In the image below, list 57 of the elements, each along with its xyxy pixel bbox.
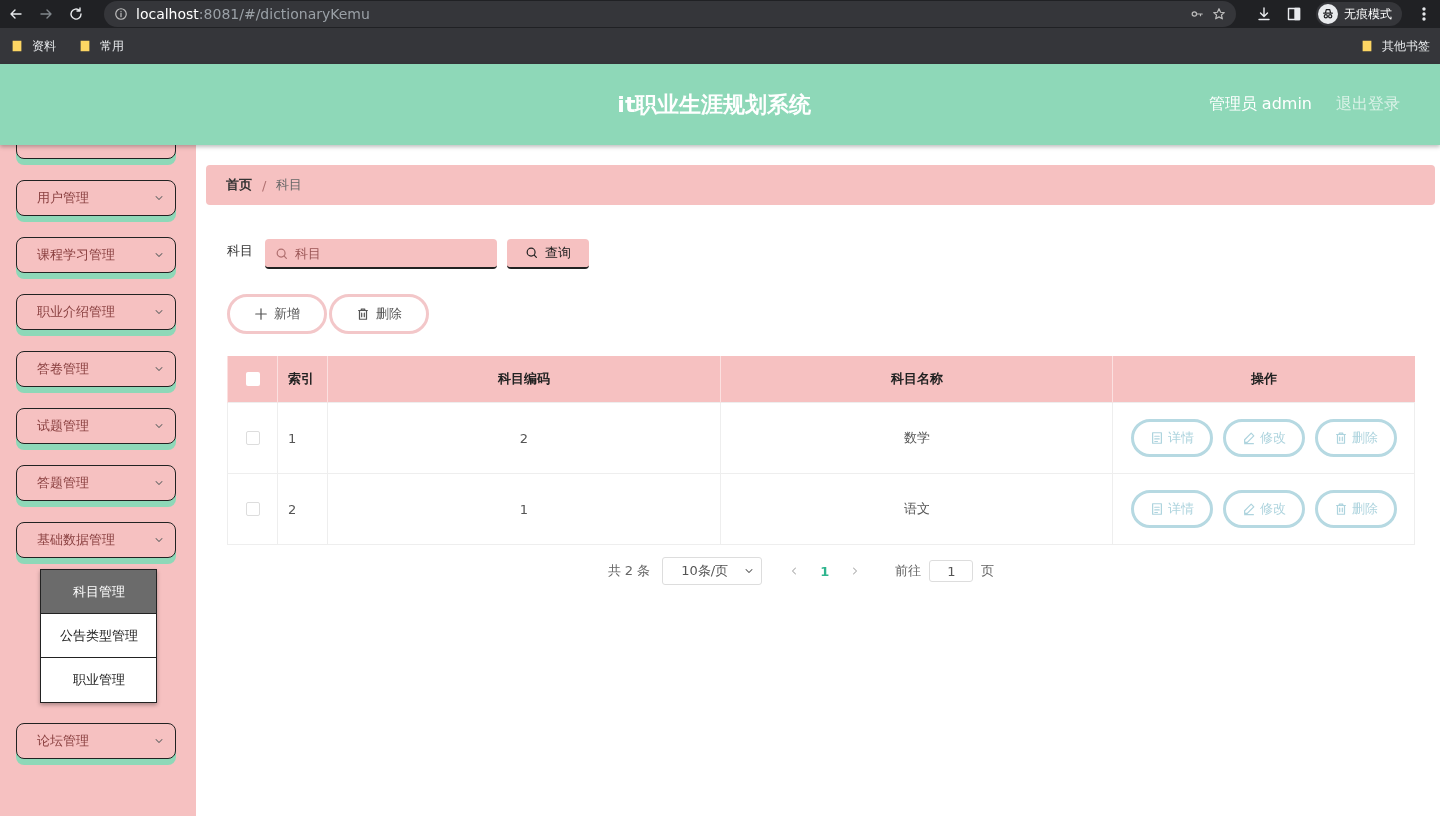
trash-icon	[1333, 502, 1348, 516]
breadcrumb-separator: /	[262, 177, 267, 193]
star-icon	[1212, 7, 1226, 21]
bookmark[interactable]: 资料	[10, 37, 56, 55]
reload-icon	[68, 6, 84, 22]
app-title: it职业生涯规划系统	[616, 90, 813, 119]
column-header: 索引	[277, 356, 328, 403]
page-input[interactable]: 1	[929, 560, 974, 582]
trash-icon	[356, 307, 370, 321]
search-field[interactable]: 科目	[265, 239, 497, 269]
document-icon	[1149, 502, 1164, 516]
row-checkbox[interactable]	[245, 502, 260, 516]
page-size-select[interactable]: 10条/页	[662, 557, 763, 585]
submenu-item[interactable]: 公告类型管理	[41, 614, 156, 658]
trash-icon	[1333, 431, 1348, 445]
add-button[interactable]: 新增	[227, 294, 327, 334]
table-cell: 语文	[720, 473, 1113, 545]
folder-icon	[1360, 39, 1374, 53]
search-button[interactable]: 查询	[507, 239, 589, 269]
table-cell: 1	[327, 473, 721, 545]
user-label: 管理员 admin	[1208, 94, 1312, 115]
profile-button[interactable]: 无痕模式	[1316, 2, 1402, 26]
submenu-item[interactable]: 职业管理	[41, 658, 156, 702]
bookmark[interactable]: 常用	[78, 37, 124, 55]
folder-icon	[78, 39, 92, 53]
table-cell: 2	[277, 473, 328, 545]
breadcrumb-item[interactable]: 首页	[226, 176, 252, 194]
goto-label: 前往	[895, 562, 922, 580]
page-number[interactable]: 1	[812, 563, 838, 579]
info-icon	[114, 7, 128, 21]
column-header: 科目名称	[720, 356, 1113, 403]
column-header: 操作	[1112, 356, 1415, 403]
side-panel-icon	[1286, 6, 1302, 22]
bookmark[interactable]: 其他书签	[1360, 37, 1430, 55]
column-header: 科目编码	[327, 356, 721, 403]
folder-icon	[10, 39, 24, 53]
submenu-item[interactable]: 科目管理	[41, 570, 156, 614]
table-cell: 2	[327, 402, 721, 474]
pencil-icon	[1241, 431, 1256, 445]
download-icon	[1256, 6, 1272, 22]
page-suffix: 页	[981, 562, 995, 580]
pencil-icon	[1241, 502, 1256, 516]
select-all-checkbox[interactable]	[245, 372, 260, 386]
total-count: 共 2 条	[607, 562, 651, 580]
table-cell: 1	[277, 402, 328, 474]
incognito-icon	[1321, 7, 1335, 21]
search-icon	[525, 246, 539, 260]
document-icon	[1149, 431, 1164, 445]
table-cell: 数学	[720, 402, 1113, 474]
search-label: 科目	[227, 242, 253, 260]
search-icon	[275, 247, 289, 261]
breadcrumb-item: 科目	[276, 176, 303, 194]
delete-button[interactable]: 删除	[329, 294, 429, 334]
address-bar[interactable]: localhost:8081/#/dictionaryKemu	[104, 1, 1236, 27]
row-checkbox[interactable]	[245, 431, 260, 445]
plus-icon	[254, 307, 268, 321]
url-text: localhost:8081/#/dictionaryKemu	[136, 6, 370, 22]
